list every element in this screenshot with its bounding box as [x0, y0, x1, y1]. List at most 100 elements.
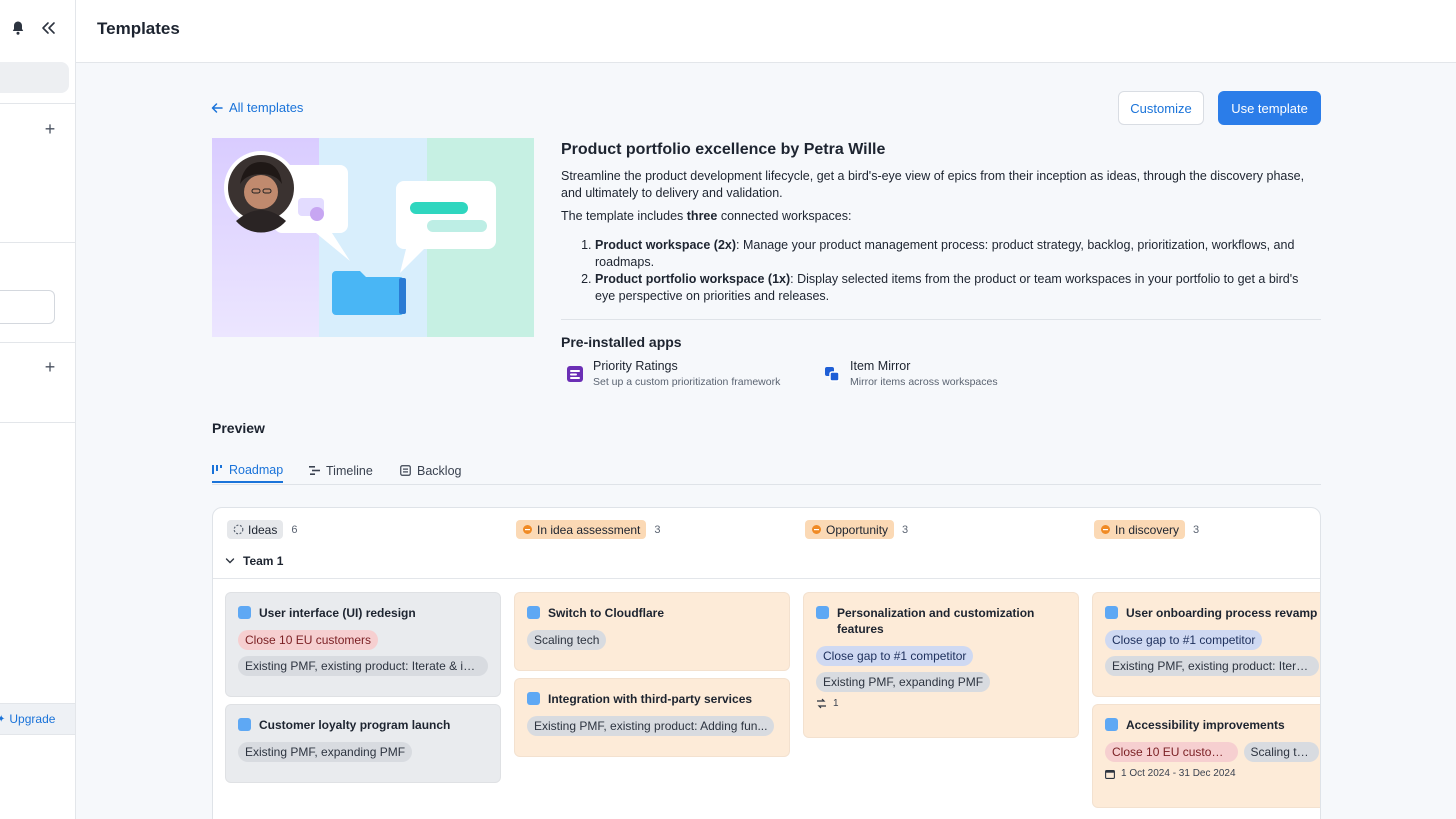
- app-name: Priority Ratings: [593, 359, 678, 373]
- bell-icon[interactable]: [10, 20, 26, 36]
- template-summary: Streamline the product development lifec…: [561, 169, 1305, 200]
- app-desc: Mirror items across workspaces: [850, 376, 998, 388]
- roadmap-card[interactable]: User onboarding process revamp Close gap…: [1092, 592, 1320, 697]
- upgrade-label: Upgrade: [9, 712, 56, 726]
- workspace-item: Product workspace (2x): Manage your prod…: [595, 237, 1321, 271]
- sidebar-divider: [0, 342, 75, 343]
- template-illustration: [212, 138, 534, 337]
- card-tag: Existing PMF, expanding PMF: [816, 672, 991, 692]
- app-desc: Set up a custom prioritization framework: [593, 376, 781, 388]
- column-count: 3: [654, 523, 661, 536]
- bolt-icon: [238, 718, 251, 731]
- dashed-circle-icon: [233, 524, 244, 535]
- preview-tabs: Roadmap Timeline Backlog: [212, 456, 1321, 485]
- chevron-down-icon: [225, 558, 235, 564]
- card-tag: Close gap to #1 competitor: [1105, 630, 1263, 650]
- sidebar-search[interactable]: [0, 62, 69, 93]
- roadmap-card[interactable]: Accessibility improvements Close 10 EU c…: [1092, 704, 1320, 808]
- add-icon[interactable]: +: [42, 120, 58, 138]
- card-links: 1: [816, 698, 1066, 709]
- card-tag: Existing PMF, existing product: Iterate …: [238, 656, 488, 676]
- card-title: Integration with third-party services: [548, 692, 753, 706]
- card-dates: 1 Oct 2024 - 31 Dec 2024: [1105, 768, 1319, 779]
- card-tag: Close gap to #1 competitor: [816, 646, 974, 666]
- card-tag: Existing PMF, expanding PMF: [238, 742, 413, 762]
- status-badge: In discovery: [1094, 520, 1186, 539]
- column-header-idea-assessment: In idea assessment 3: [516, 520, 661, 539]
- tab-roadmap[interactable]: Roadmap: [212, 458, 284, 483]
- card-tag: Scaling tech: [1243, 742, 1319, 762]
- column-count: 3: [902, 523, 909, 536]
- card-title: Personalization and customization featur…: [837, 606, 1035, 636]
- roadmap-card[interactable]: Personalization and customization featur…: [803, 592, 1079, 738]
- template-includes: The template includes three connected wo…: [561, 209, 852, 223]
- workspace-item: Product portfolio workspace (1x): Displa…: [595, 271, 1321, 305]
- customize-button[interactable]: Customize: [1118, 91, 1204, 125]
- roadmap-card[interactable]: Customer loyalty program launch Existing…: [225, 704, 501, 783]
- template-description: Product portfolio excellence by Petra Wi…: [561, 140, 1321, 320]
- add-icon[interactable]: +: [42, 358, 58, 376]
- column-count: 6: [291, 523, 298, 536]
- card-tag: Close 10 EU customers: [1105, 742, 1238, 762]
- bolt-icon: [816, 606, 829, 619]
- preview-title: Preview: [212, 420, 265, 436]
- bolt-icon: [238, 606, 251, 619]
- card-tag: Close 10 EU customers: [238, 630, 379, 650]
- tab-label: Roadmap: [229, 462, 284, 477]
- column-header-opportunity: Opportunity 3: [805, 520, 908, 539]
- column-header-ideas: Ideas 6: [227, 520, 297, 539]
- roadmap-board: Ideas 6 In idea assessment 3 Opportunity…: [212, 507, 1321, 819]
- timeline-icon: [309, 466, 320, 475]
- status-badge: In idea assessment: [516, 520, 647, 539]
- tab-timeline[interactable]: Timeline: [309, 458, 373, 483]
- link-icon: [817, 698, 826, 709]
- group-label: Team 1: [243, 554, 284, 568]
- priority-ratings-icon: [567, 366, 583, 382]
- upgrade-button[interactable]: ✦ Upgrade: [0, 703, 75, 735]
- roadmap-icon: [212, 465, 222, 474]
- card-tag: Existing PMF, existing product: Iterate …: [1105, 656, 1319, 676]
- status-circle-icon: [523, 525, 532, 534]
- template-title: Product portfolio excellence by Petra Wi…: [561, 141, 886, 158]
- group-header[interactable]: Team 1: [225, 554, 283, 568]
- roadmap-card[interactable]: User interface (UI) redesign Close 10 EU…: [225, 592, 501, 697]
- roadmap-card[interactable]: Integration with third-party services Ex…: [514, 678, 790, 757]
- app-item-mirror[interactable]: Item Mirror Mirror items across workspac…: [824, 359, 998, 390]
- use-template-button[interactable]: Use template: [1218, 91, 1321, 125]
- card-title: Accessibility improvements: [1126, 718, 1285, 732]
- divider: [213, 578, 1320, 579]
- sidebar-divider: [0, 103, 75, 104]
- bolt-icon: [1105, 606, 1118, 619]
- divider: [561, 319, 1321, 320]
- sidebar-divider: [0, 242, 75, 243]
- apps-title: Pre-installed apps: [561, 334, 682, 350]
- sidebar-divider: [0, 422, 75, 423]
- card-tag: Scaling tech: [527, 630, 607, 650]
- status-circle-icon: [812, 525, 821, 534]
- sidebar: + + ✦ Upgrade: [0, 0, 76, 819]
- all-templates-link[interactable]: All templates: [211, 100, 303, 115]
- item-mirror-icon: [825, 367, 840, 382]
- card-title: Switch to Cloudflare: [548, 606, 665, 620]
- column-header-in-discovery: In discovery 3: [1094, 520, 1199, 539]
- collapse-sidebar-icon[interactable]: [39, 19, 57, 37]
- roadmap-card[interactable]: Switch to Cloudflare Scaling tech: [514, 592, 790, 671]
- card-title: Customer loyalty program launch: [259, 718, 451, 732]
- status-badge: Ideas: [227, 520, 284, 539]
- card-title: User interface (UI) redesign: [259, 606, 416, 620]
- workspace-list: Product workspace (2x): Manage your prod…: [561, 237, 1321, 305]
- tab-backlog[interactable]: Backlog: [400, 458, 461, 483]
- app-name: Item Mirror: [850, 359, 911, 373]
- card-title: User onboarding process revamp: [1126, 606, 1318, 620]
- sidebar-input[interactable]: [0, 290, 55, 324]
- column-count: 3: [1193, 523, 1200, 536]
- page-title: Templates: [97, 19, 180, 38]
- bolt-icon: [527, 692, 540, 705]
- app-priority-ratings[interactable]: Priority Ratings Set up a custom priorit…: [567, 359, 780, 390]
- status-badge: Opportunity: [805, 520, 895, 539]
- top-bar: Templates: [76, 0, 1456, 63]
- card-tag: Existing PMF, existing product: Adding f…: [527, 716, 775, 736]
- calendar-icon: [1105, 769, 1115, 779]
- all-templates-label: All templates: [229, 100, 304, 115]
- bolt-icon: [1105, 718, 1118, 731]
